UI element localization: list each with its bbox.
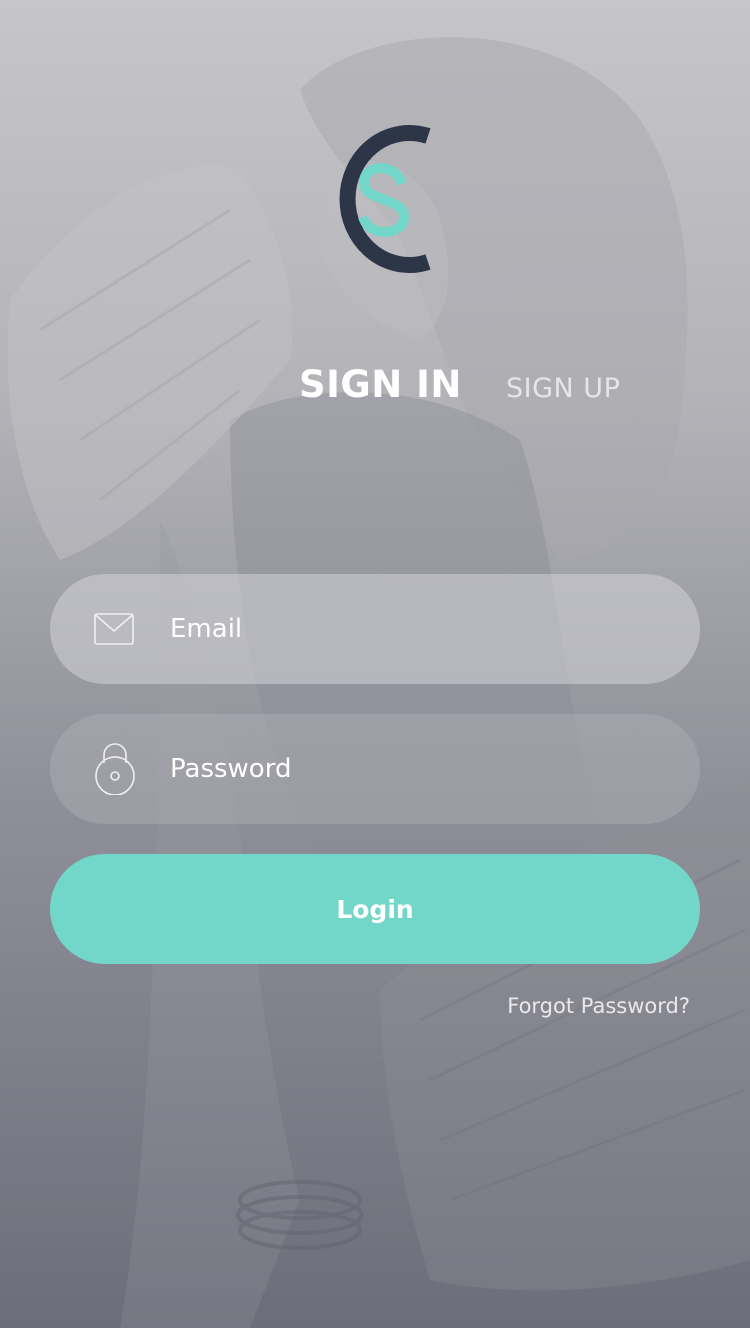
sign-in-screen: SIGN IN SIGN UP Login Forgot Password?	[0, 0, 750, 1328]
app-logo	[339, 125, 431, 273]
logo-letter-s	[358, 162, 410, 238]
tab-sign-up[interactable]: SIGN UP	[506, 373, 620, 404]
auth-tabs: SIGN IN SIGN UP	[0, 360, 750, 420]
password-field[interactable]	[50, 714, 700, 824]
email-field[interactable]	[50, 574, 700, 684]
envelope-icon	[94, 613, 134, 645]
tab-sign-in[interactable]: SIGN IN	[299, 363, 462, 406]
login-button[interactable]: Login	[50, 854, 700, 964]
password-input[interactable]	[170, 714, 650, 824]
forgot-password-link[interactable]: Forgot Password?	[507, 994, 690, 1018]
email-input[interactable]	[170, 574, 650, 684]
padlock-icon	[95, 743, 135, 795]
